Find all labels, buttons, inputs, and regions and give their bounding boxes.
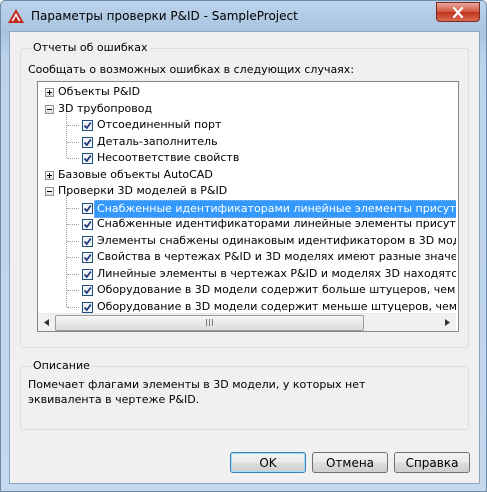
checkbox[interactable] <box>82 202 93 214</box>
tree-check-item[interactable]: Свойства в чертежах P&ID и 3D моделях им… <box>38 249 456 265</box>
tree-check-item-label: Деталь-заполнитель <box>97 134 218 148</box>
horizontal-scrollbar[interactable] <box>38 313 456 331</box>
checkmark-icon <box>83 220 92 229</box>
tree-viewport: Объекты P&ID 3D трубопровод Отсоединенный … <box>38 82 456 314</box>
tree-check-item[interactable]: Элементы снабжены одинаковым идентификат… <box>38 233 456 249</box>
tree-check-item-label: Отсоединенный порт <box>97 118 222 131</box>
tree-category[interactable]: Объекты P&ID <box>38 84 456 100</box>
checkbox[interactable] <box>82 136 93 148</box>
tree-check-item[interactable]: Снабженные идентификаторами линейные эле… <box>38 199 456 218</box>
close-icon <box>452 6 464 18</box>
checkmark-icon <box>83 138 92 146</box>
tree-connector-stub <box>67 240 79 242</box>
tree-check-item-label: Оборудование в 3D модели содержит больше… <box>97 283 456 296</box>
checkbox[interactable] <box>82 235 93 247</box>
error-checks-tree[interactable]: Объекты P&ID 3D трубопровод Отсоединенный … <box>37 81 459 332</box>
tree-category-label: Проверки 3D моделей в P&ID <box>58 184 228 197</box>
tree-check-item[interactable]: Отсоединенный порт <box>38 117 456 133</box>
arrow-left-icon <box>44 319 49 326</box>
help-button[interactable]: Справка <box>394 452 470 473</box>
tree-connector-stub <box>67 273 79 275</box>
tree-connector-stub <box>67 141 79 143</box>
tree-category-label: Объекты P&ID <box>58 85 141 98</box>
tree-connector-stub <box>67 207 79 209</box>
checkbox[interactable] <box>82 120 93 131</box>
collapse-minus-icon[interactable] <box>45 187 54 196</box>
description-title: Описание <box>31 359 92 372</box>
tree-connector-stub <box>67 257 79 258</box>
scroll-thumb[interactable] <box>55 315 364 331</box>
scroll-grip-icon <box>205 319 214 326</box>
tree-check-item-label: Оборудование в 3D модели содержит меньше… <box>97 299 456 313</box>
tree-check-item-label: Свойства в чертежах P&ID и 3D моделях им… <box>97 250 456 263</box>
description-text: Помечает флагами элементы в 3D модели, у… <box>28 378 366 406</box>
dialog-window: Параметры проверки P&ID - SampleProject … <box>0 0 487 492</box>
autocad-plant-icon <box>8 9 24 23</box>
tree-check-item-label: Линейные элементы в чертежах P&ID и моде… <box>97 266 456 280</box>
arrow-right-icon <box>445 319 450 326</box>
tree-category-label: 3D трубопровод <box>58 101 153 115</box>
scroll-left-button[interactable] <box>38 314 55 331</box>
checkbox[interactable] <box>82 268 93 280</box>
error-reports-prompt: Сообщать о возможных ошибках в следующих… <box>28 63 355 76</box>
checkmark-icon <box>83 154 92 163</box>
tree-check-item[interactable]: Оборудование в 3D модели содержит больше… <box>38 282 456 298</box>
tree-category[interactable]: Базовые объекты AutoCAD <box>38 167 456 183</box>
checkbox[interactable] <box>82 153 93 164</box>
tree-connector-stub <box>67 290 79 291</box>
tree-check-item-label: Несоответствие свойств <box>97 151 240 164</box>
tree-check-item-label: Снабженные идентификаторами линейные эле… <box>97 217 456 230</box>
checkbox[interactable] <box>82 301 93 313</box>
checkmark-icon <box>83 270 92 278</box>
error-reports-title: Отчеты об ошибках <box>31 41 150 54</box>
tree-connector-stub <box>67 125 79 126</box>
checkmark-icon <box>83 253 92 262</box>
cancel-button[interactable]: Отмена <box>312 452 388 473</box>
tree-check-item-label: Элементы снабжены одинаковым идентификат… <box>97 233 456 247</box>
tree-check-item[interactable]: Снабженные идентификаторами линейные эле… <box>38 216 456 232</box>
tree-check-item[interactable]: Линейные элементы в чертежах P&ID и моде… <box>38 266 456 282</box>
checkmark-icon <box>83 121 92 130</box>
tree-check-item[interactable]: Оборудование в 3D модели содержит меньше… <box>38 299 456 315</box>
expand-plus-icon[interactable] <box>45 170 54 180</box>
expand-plus-icon[interactable] <box>45 88 54 97</box>
window-title: Параметры проверки P&ID - SampleProject <box>31 9 298 23</box>
ok-button[interactable]: OK <box>230 452 306 473</box>
tree-check-item[interactable]: Несоответствие свойств <box>38 150 456 166</box>
tree-connector-stub <box>67 224 79 225</box>
tree-connector-stub <box>67 306 79 308</box>
close-button[interactable] <box>436 2 480 22</box>
tree-check-item-label: Снабженные идентификаторами линейные эле… <box>94 199 456 218</box>
tree-check-item[interactable]: Деталь-заполнитель <box>38 134 456 150</box>
checkmark-icon <box>83 204 92 212</box>
tree-connector-stub <box>67 158 79 159</box>
tree-category-label: Базовые объекты AutoCAD <box>58 167 213 181</box>
checkbox[interactable] <box>82 252 93 263</box>
checkmark-icon <box>83 237 92 245</box>
checkmark-icon <box>83 303 92 311</box>
tree-category[interactable]: Проверки 3D моделей в P&ID <box>38 183 456 199</box>
checkmark-icon <box>83 286 92 295</box>
checkbox[interactable] <box>82 219 93 230</box>
collapse-minus-icon[interactable] <box>45 104 54 114</box>
scroll-right-button[interactable] <box>439 314 456 331</box>
tree-category[interactable]: 3D трубопровод <box>38 101 456 117</box>
checkbox[interactable] <box>82 285 93 296</box>
title-bar[interactable]: Параметры проверки P&ID - SampleProject <box>1 1 486 31</box>
